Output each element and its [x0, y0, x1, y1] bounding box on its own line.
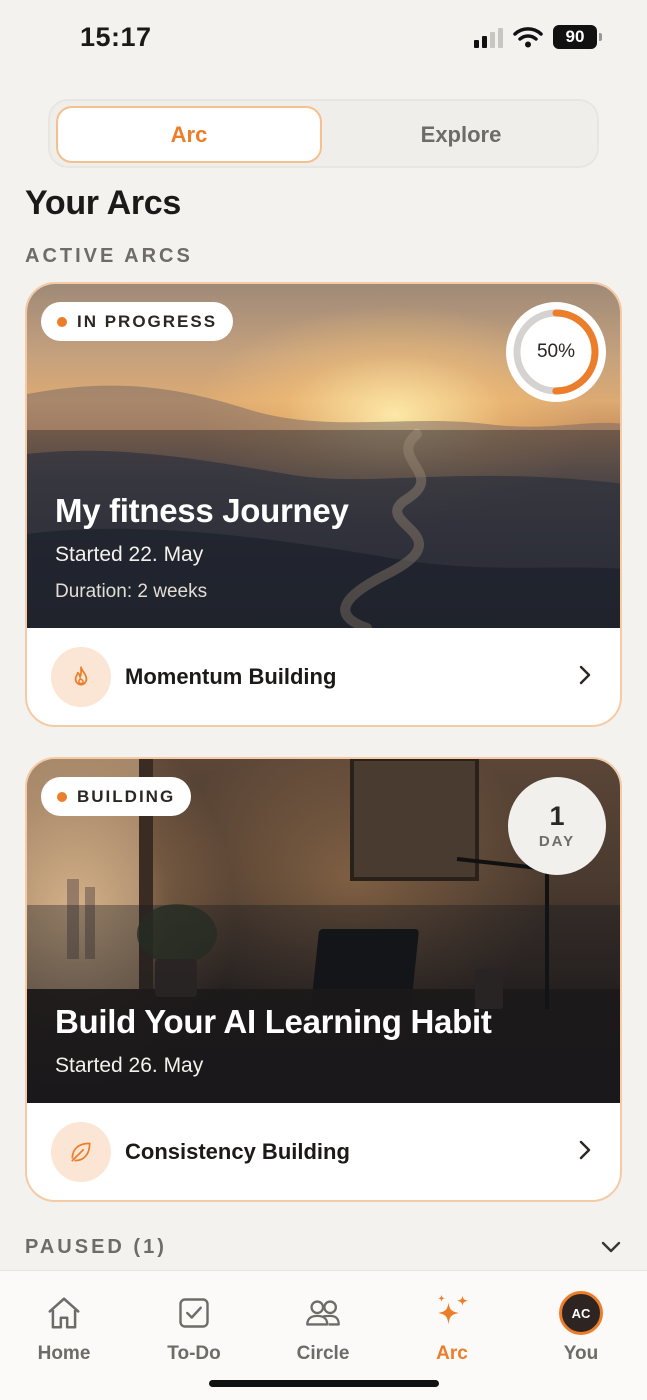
arc-card-fitness[interactable]: IN PROGRESS 50% My fitness Journey Start… — [25, 282, 622, 727]
paused-section-toggle[interactable]: PAUSED (1) — [25, 1232, 622, 1262]
tab-you[interactable]: AC You — [531, 1291, 631, 1365]
cellular-signal-icon — [474, 26, 503, 48]
avatar-wrapper: AC — [559, 1291, 603, 1335]
active-arcs-label: ACTIVE ARCS — [25, 245, 193, 267]
arc-hero-image: IN PROGRESS 50% My fitness Journey Start… — [27, 284, 620, 628]
page-title: Your Arcs — [25, 184, 182, 222]
arc-started-date: Started 22. May — [55, 543, 204, 566]
day-counter-badge: 1 DAY — [508, 777, 606, 875]
wifi-icon — [513, 27, 543, 48]
arc-phase-row[interactable]: Consistency Building — [27, 1103, 620, 1200]
arc-started-date: Started 26. May — [55, 1054, 204, 1077]
progress-percent: 50% — [536, 341, 576, 362]
day-unit: DAY — [538, 833, 576, 851]
avatar: AC — [559, 1291, 603, 1335]
leaf-icon — [51, 1121, 111, 1182]
tab-label: Circle — [296, 1343, 350, 1364]
segment-explore[interactable]: Explore — [328, 106, 594, 163]
chevron-down-icon — [601, 1241, 621, 1253]
arc-title: Build Your AI Learning Habit — [55, 1003, 492, 1040]
arc-duration: Duration: 2 weeks — [55, 581, 208, 602]
checkbox-icon — [176, 1291, 212, 1335]
arc-phase-label: Consistency Building — [125, 1138, 350, 1164]
arc-phase-label: Momentum Building — [125, 663, 337, 689]
paused-section-label: PAUSED (1) — [25, 1235, 167, 1258]
tab-home[interactable]: Home — [14, 1291, 114, 1365]
tab-todo[interactable]: To-Do — [144, 1291, 244, 1365]
home-icon — [45, 1291, 83, 1335]
arc-hero-image: BUILDING 1 DAY Build Your AI Learning Ha… — [27, 759, 620, 1103]
battery-indicator: 90 — [553, 25, 602, 49]
status-time: 15:17 — [80, 22, 152, 52]
segment-arc[interactable]: Arc — [56, 106, 322, 163]
tab-label: To-Do — [167, 1343, 221, 1364]
home-indicator — [209, 1380, 439, 1387]
arc-card-ai-learning[interactable]: BUILDING 1 DAY Build Your AI Learning Ha… — [25, 757, 622, 1202]
status-dot-icon — [57, 791, 67, 802]
status-dot-icon — [57, 316, 67, 327]
arc-title: My fitness Journey — [55, 492, 349, 529]
arc-phase-row[interactable]: Momentum Building — [27, 628, 620, 725]
view-segmented-control: Arc Explore — [48, 99, 599, 168]
day-count: 1 — [549, 800, 565, 831]
status-icons: 90 — [474, 25, 602, 49]
tab-arc[interactable]: Arc — [402, 1291, 502, 1365]
chevron-right-icon — [579, 1140, 591, 1160]
progress-ring: 50% — [506, 302, 606, 402]
tab-label: Home — [37, 1343, 91, 1364]
people-icon — [303, 1291, 343, 1335]
tab-label: You — [563, 1343, 599, 1364]
status-badge: IN PROGRESS — [41, 302, 234, 341]
sparkles-icon — [431, 1291, 473, 1335]
tab-label: Arc — [436, 1343, 468, 1364]
status-badge-label: IN PROGRESS — [77, 311, 218, 331]
chevron-right-icon — [579, 665, 591, 685]
tab-circle[interactable]: Circle — [273, 1291, 373, 1365]
flame-icon — [51, 646, 111, 707]
status-badge: BUILDING — [41, 777, 192, 816]
status-bar: 15:17 90 — [0, 0, 647, 80]
status-badge-label: BUILDING — [77, 786, 176, 806]
